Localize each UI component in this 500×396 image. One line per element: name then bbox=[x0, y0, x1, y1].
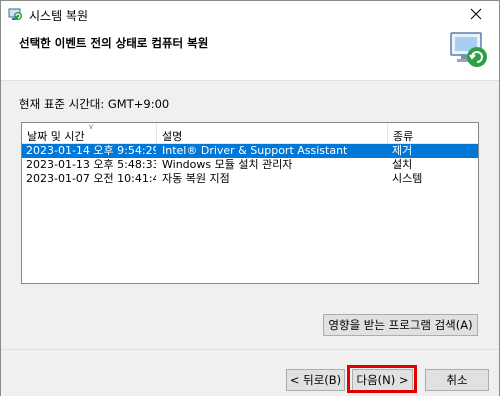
system-restore-icon bbox=[8, 8, 22, 20]
date-cell: 2023-01-13 오후 5:48:33 bbox=[26, 158, 156, 171]
date-cell: 2023-01-14 오후 9:54:29 bbox=[26, 144, 156, 157]
computer-restore-icon bbox=[450, 32, 487, 67]
close-button[interactable] bbox=[453, 1, 499, 27]
table-row[interactable]: 2023-01-14 오후 9:54:29 Intel® Driver & Sup… bbox=[22, 144, 478, 158]
description-cell: Windows 모듈 설치 관리자 bbox=[162, 158, 293, 171]
cancel-button[interactable]: 취소 bbox=[425, 369, 489, 391]
description-cell: Intel® Driver & Support Assistant bbox=[162, 144, 348, 157]
wizard-body: 현재 표준 시간대: GMT+9:00 날짜 및 시간 ∨ 설명 종류 2023… bbox=[1, 81, 499, 349]
wizard-footer: < 뒤로(B) 다음(N) > 취소 bbox=[1, 349, 499, 396]
table-row[interactable]: 2023-01-07 오전 10:41:41 자동 복원 지점 시스템 bbox=[22, 172, 478, 186]
sort-chevron-icon: ∨ bbox=[88, 122, 94, 131]
scan-affected-programs-button[interactable]: 영향을 받는 프로그램 검색(A) bbox=[323, 314, 478, 336]
type-cell: 설치 bbox=[392, 158, 413, 171]
close-icon bbox=[470, 8, 482, 20]
type-cell: 시스템 bbox=[392, 172, 423, 185]
system-restore-window: 시스템 복원 선택한 이벤트 전의 상태로 컴퓨터 복원 현재 표준 시간대: … bbox=[0, 0, 500, 396]
list-header: 날짜 및 시간 ∨ 설명 종류 bbox=[22, 123, 478, 144]
description-cell: 자동 복원 지점 bbox=[162, 172, 230, 185]
date-cell: 2023-01-07 오전 10:41:41 bbox=[26, 172, 156, 185]
page-title: 선택한 이벤트 전의 상태로 컴퓨터 복원 bbox=[19, 36, 209, 50]
column-header-type[interactable]: 종류 bbox=[388, 123, 478, 144]
table-row[interactable]: 2023-01-13 오후 5:48:33 Windows 모듈 설치 관리자 설치 bbox=[22, 158, 478, 172]
wizard-header: 선택한 이벤트 전의 상태로 컴퓨터 복원 bbox=[1, 27, 499, 81]
timezone-label: 현재 표준 시간대: GMT+9:00 bbox=[19, 97, 170, 111]
column-header-date[interactable]: 날짜 및 시간 ∨ bbox=[22, 123, 156, 144]
window-title: 시스템 복원 bbox=[29, 9, 89, 23]
type-cell: 제거 bbox=[392, 144, 413, 157]
next-button-highlight bbox=[347, 365, 417, 393]
column-header-description[interactable]: 설명 bbox=[157, 123, 387, 144]
list-rows: 2023-01-14 오후 9:54:29 Intel® Driver & Sup… bbox=[22, 144, 478, 186]
title-bar: 시스템 복원 bbox=[1, 1, 499, 27]
back-button[interactable]: < 뒤로(B) bbox=[286, 369, 345, 391]
restore-points-list[interactable]: 날짜 및 시간 ∨ 설명 종류 2023-01-14 오후 9:54:29 Int… bbox=[21, 122, 479, 284]
